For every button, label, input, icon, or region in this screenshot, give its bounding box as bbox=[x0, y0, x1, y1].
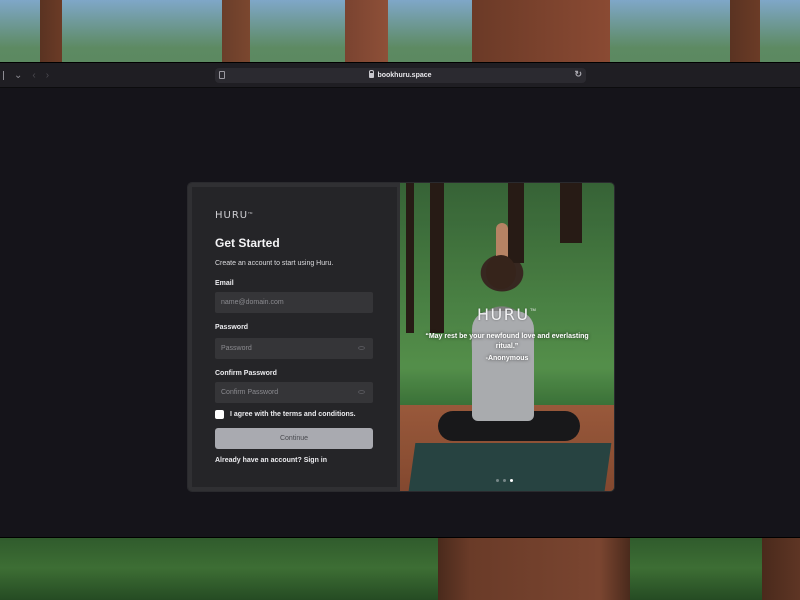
password-field[interactable]: Password bbox=[215, 338, 373, 359]
carousel-dots bbox=[496, 479, 513, 482]
chevron-down-icon[interactable]: ⌄ bbox=[14, 70, 22, 81]
signup-form-panel: HURU TM Get Started Create an account to… bbox=[188, 183, 400, 491]
logo-trademark: TM bbox=[248, 211, 253, 215]
carousel-dot[interactable] bbox=[496, 479, 499, 482]
toolbar-left-controls: ⌄ ‹ › bbox=[0, 63, 49, 88]
sign-in-link[interactable]: Already have an account? Sign in bbox=[215, 457, 327, 464]
hero-image-panel: HURU TM “May rest be your newfound love … bbox=[400, 183, 614, 491]
page-title: Get Started bbox=[215, 236, 280, 250]
hero-quote: “May rest be your newfound love and ever… bbox=[425, 333, 589, 350]
confirm-password-label: Confirm Password bbox=[215, 370, 277, 377]
address-bar[interactable]: bookhuru.space ↻ bbox=[215, 68, 586, 83]
eye-icon[interactable] bbox=[358, 390, 365, 394]
reload-icon[interactable]: ↻ bbox=[574, 69, 582, 80]
terms-checkbox[interactable] bbox=[215, 410, 224, 419]
back-icon[interactable]: ‹ bbox=[32, 70, 35, 81]
lock-icon bbox=[369, 70, 375, 78]
hero-logo-trademark: TM bbox=[530, 307, 536, 312]
hero-quote-author: -Anonymous bbox=[485, 355, 529, 362]
forward-icon[interactable]: › bbox=[46, 70, 49, 81]
terms-label[interactable]: I agree with the terms and conditions. bbox=[230, 411, 356, 418]
sidebar-toggle-icon[interactable] bbox=[0, 71, 4, 80]
email-placeholder: name@domain.com bbox=[221, 299, 284, 306]
continue-button[interactable]: Continue bbox=[215, 428, 373, 449]
huru-logo: HURU bbox=[215, 210, 249, 221]
continue-button-label: Continue bbox=[279, 435, 309, 442]
signup-card: HURU TM Get Started Create an account to… bbox=[188, 183, 614, 491]
password-placeholder: Password bbox=[221, 345, 252, 352]
carousel-dot-active[interactable] bbox=[510, 479, 513, 482]
hero-logo: HURU bbox=[477, 305, 530, 324]
email-label: Email bbox=[215, 280, 234, 287]
form-subtitle: Create an account to start using Huru. bbox=[215, 260, 334, 267]
email-field[interactable]: name@domain.com bbox=[215, 292, 373, 313]
browser-toolbar: ⌄ ‹ › bookhuru.space ↻ bbox=[0, 63, 800, 88]
url-text[interactable]: bookhuru.space bbox=[377, 72, 431, 79]
confirm-password-field[interactable]: Confirm Password bbox=[215, 382, 373, 403]
desktop-wallpaper-bottom bbox=[0, 536, 800, 600]
page-icon[interactable] bbox=[219, 71, 225, 79]
carousel-dot[interactable] bbox=[503, 479, 506, 482]
confirm-password-placeholder: Confirm Password bbox=[221, 389, 279, 396]
password-label: Password bbox=[215, 324, 249, 331]
browser-window: ⌄ ‹ › bookhuru.space ↻ HURU TM Get Start… bbox=[0, 63, 800, 537]
page-viewport: HURU TM Get Started Create an account to… bbox=[0, 88, 800, 537]
eye-icon[interactable] bbox=[358, 346, 365, 350]
